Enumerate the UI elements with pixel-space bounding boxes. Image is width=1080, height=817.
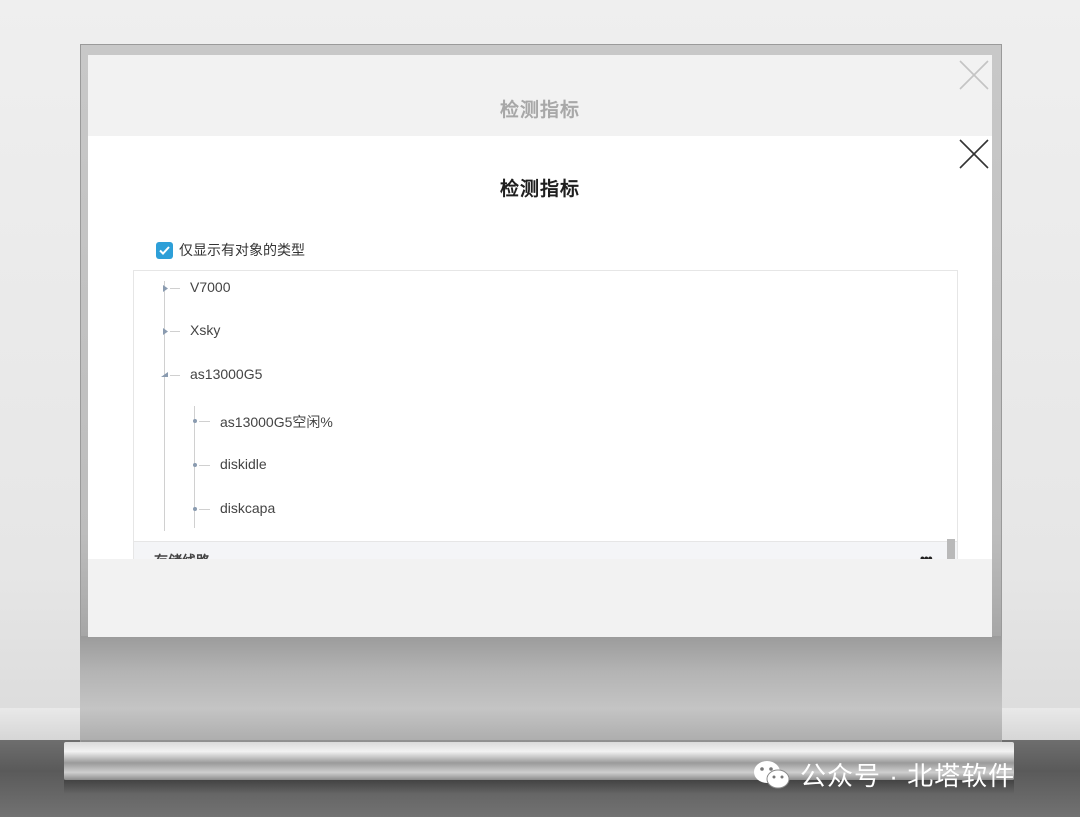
tree-node-label: V7000 xyxy=(190,279,231,295)
dialog-title: 检测指标 xyxy=(499,179,580,200)
tree-node-as13000g5[interactable]: as13000G5 xyxy=(160,366,262,382)
leaf-dot-icon xyxy=(193,463,197,467)
tree-node-v7000[interactable]: V7000 xyxy=(160,279,230,295)
watermark: 公众号 · 北塔软件 xyxy=(752,756,1015,793)
tree-group-label: 存储线路 xyxy=(154,551,210,559)
background-dialog-header: 检测指标 xyxy=(88,55,992,136)
tree-connector xyxy=(170,331,180,332)
tree-guide-line xyxy=(164,281,165,531)
tree-leaf-as13000g5-idle[interactable]: as13000G5空闲% xyxy=(190,412,333,432)
tree-node-xsky[interactable]: Xsky xyxy=(160,322,220,338)
tree-leaf-label: diskidle xyxy=(220,456,267,472)
background-dialog-title: 检测指标 xyxy=(499,100,580,121)
close-icon[interactable] xyxy=(958,138,990,170)
background-close-icon xyxy=(959,60,989,90)
leaf-dot-icon xyxy=(193,507,197,511)
metrics-dialog: 检测指标 仅显示有对象的类型 V7000 Xsky as13000G5 as13… xyxy=(88,136,992,559)
tree-node-label: as13000G5 xyxy=(190,366,263,382)
screen: 检测指标 检测指标 仅显示有对象的类型 V7000 Xsky as13000G5… xyxy=(88,55,992,637)
tree-node-label: Xsky xyxy=(190,322,221,338)
tree-connector xyxy=(199,465,210,466)
tree-leaf-diskcapa[interactable]: diskcapa xyxy=(190,500,275,516)
caret-down-icon[interactable] xyxy=(161,372,168,377)
monitor-bezel-lower xyxy=(80,636,1002,740)
wechat-icon xyxy=(754,760,790,788)
tree-connector xyxy=(170,375,180,376)
filter-label: 仅显示有对象的类型 xyxy=(179,242,305,258)
metrics-tree: V7000 Xsky as13000G5 as13000G5空闲% diskid… xyxy=(133,270,958,559)
tree-connector xyxy=(170,288,180,289)
caret-right-icon[interactable] xyxy=(163,328,168,335)
checkbox-checked-icon[interactable] xyxy=(156,241,173,259)
tree-connector xyxy=(199,509,210,510)
tree-leaf-diskidle[interactable]: diskidle xyxy=(190,456,267,472)
tree-leaf-label: diskcapa xyxy=(220,500,276,516)
leaf-dot-icon xyxy=(193,419,197,423)
tree-connector xyxy=(199,421,210,422)
more-options-icon[interactable]: ••• xyxy=(920,550,933,559)
watermark-text: 公众号 · 北塔软件 xyxy=(800,761,1016,791)
tree-leaf-label: as13000G5空闲% xyxy=(220,414,333,430)
tree-group-row[interactable]: 存储线路 ••• xyxy=(134,541,957,559)
caret-right-icon[interactable] xyxy=(163,285,168,292)
tree-scrollbar[interactable] xyxy=(947,539,955,559)
show-only-with-objects-toggle[interactable]: 仅显示有对象的类型 xyxy=(156,240,305,260)
